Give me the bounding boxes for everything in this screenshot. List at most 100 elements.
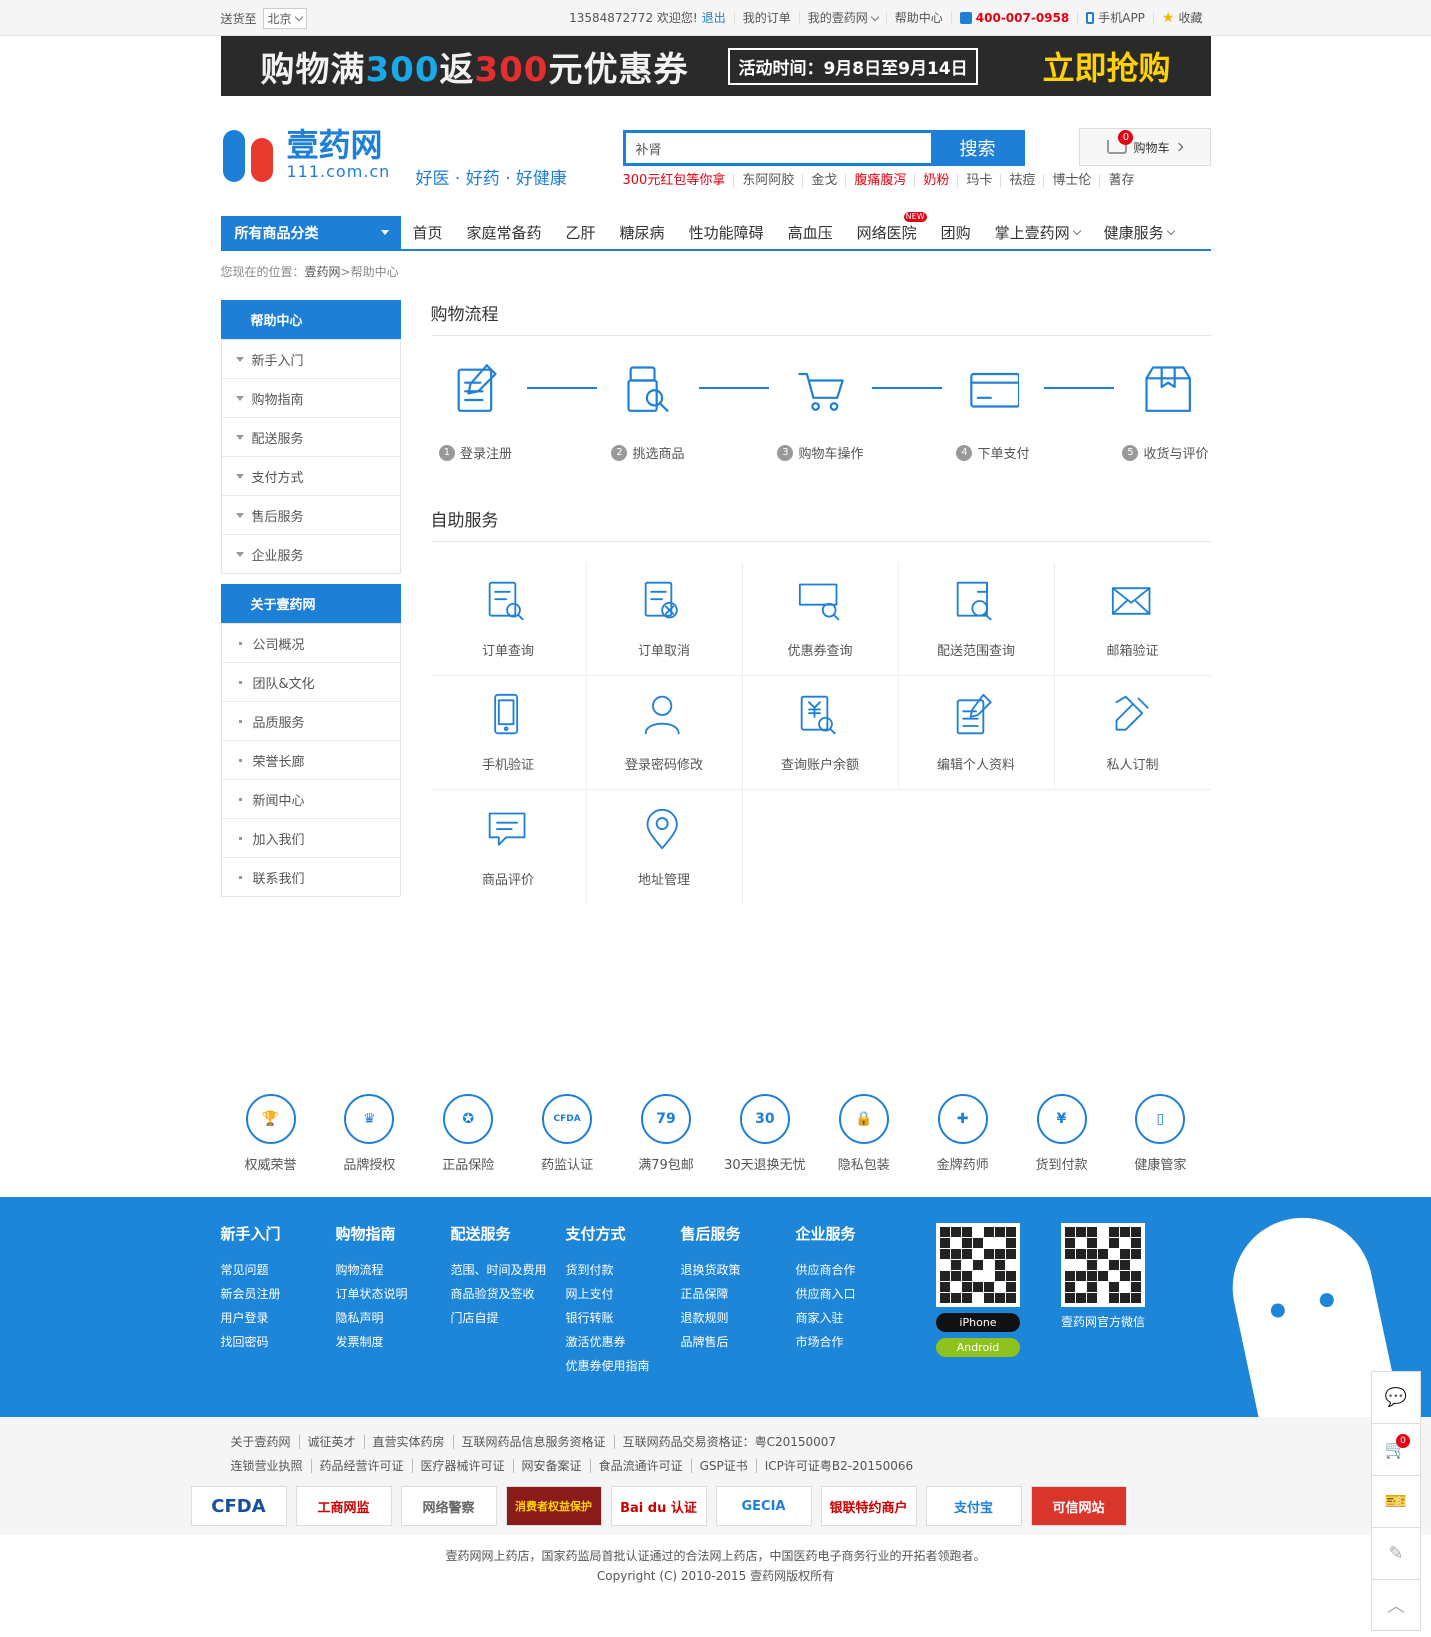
- footer-column-title[interactable]: 购物指南: [336, 1223, 451, 1244]
- sidebar-item[interactable]: 配送服务: [221, 417, 400, 456]
- footer-link[interactable]: 常见问题: [221, 1258, 336, 1282]
- promo-cta[interactable]: 立即抢购: [1042, 43, 1170, 89]
- site-logo[interactable]: 壹药网 111.com.cn: [221, 124, 391, 184]
- sidebar-item[interactable]: 联系我们: [221, 857, 400, 896]
- footer-link[interactable]: 市场合作: [796, 1330, 911, 1354]
- nav-item[interactable]: 团购: [929, 222, 983, 243]
- footer-link[interactable]: 发票制度: [336, 1330, 451, 1354]
- guarantee-item[interactable]: ¥ 货到付款: [1022, 1094, 1102, 1173]
- guarantee-item[interactable]: ♛ 品牌授权: [329, 1094, 409, 1173]
- sidebar-item[interactable]: 品质服务: [221, 701, 400, 740]
- footer-link[interactable]: 激活优惠券: [566, 1330, 681, 1354]
- footer-link[interactable]: 优惠券使用指南: [566, 1354, 681, 1378]
- footer-legal-link[interactable]: 网安备案证: [512, 1459, 590, 1473]
- guarantee-item[interactable]: 🔒 隐私包装: [824, 1094, 904, 1173]
- service-tile[interactable]: 商品评价: [431, 790, 587, 904]
- footer-link[interactable]: 正品保障: [681, 1282, 796, 1306]
- my-account-menu[interactable]: 我的壹药网: [798, 12, 886, 24]
- footer-link[interactable]: 购物流程: [336, 1258, 451, 1282]
- hot-keyword[interactable]: 玛卡: [957, 174, 1000, 188]
- footer-link[interactable]: 退款规则: [681, 1306, 796, 1330]
- side-cart-button[interactable]: 🛒 0: [1371, 1423, 1421, 1475]
- service-tile[interactable]: 订单查询: [430, 562, 587, 676]
- guarantee-item[interactable]: CFDA 药监认证: [527, 1094, 607, 1173]
- flow-step[interactable]: 5 收货与评价: [1121, 361, 1211, 462]
- search-input[interactable]: [622, 130, 931, 166]
- sidebar-item[interactable]: 团队&文化: [221, 662, 400, 701]
- footer-link[interactable]: 货到付款: [566, 1258, 681, 1282]
- hot-keyword[interactable]: 祛痘: [1000, 174, 1043, 188]
- guarantee-item[interactable]: ✪ 正品保险: [428, 1094, 508, 1173]
- sidebar-item[interactable]: 荣誉长廊: [221, 740, 400, 779]
- footer-link[interactable]: 用户登录: [221, 1306, 336, 1330]
- footer-link[interactable]: 品牌售后: [681, 1330, 796, 1354]
- certification-badge[interactable]: 可信网站: [1030, 1486, 1127, 1526]
- coupon-button[interactable]: 🎫: [1371, 1475, 1421, 1527]
- footer-legal-link[interactable]: GSP证书: [690, 1459, 756, 1473]
- promo-banner[interactable]: 购物满300返300元优惠券 活动时间：9月8日至9月14日 立即抢购: [220, 36, 1211, 96]
- nav-item[interactable]: 乙肝: [554, 222, 608, 243]
- service-tile[interactable]: 邮箱验证: [1054, 562, 1211, 676]
- sidebar-item[interactable]: 售后服务: [221, 495, 400, 534]
- certification-badge[interactable]: 银联特约商户: [820, 1486, 917, 1526]
- certification-badge[interactable]: GECIA: [715, 1486, 812, 1526]
- footer-legal-link[interactable]: 直营实体药房: [363, 1435, 453, 1449]
- hot-keyword[interactable]: 腹痛腹泻: [845, 174, 914, 188]
- flow-step[interactable]: 3 购物车操作: [776, 361, 866, 462]
- footer-link[interactable]: 商家入驻: [796, 1306, 911, 1330]
- service-tile[interactable]: 登录密码修改: [586, 676, 743, 790]
- sidebar-item[interactable]: 支付方式: [221, 456, 400, 495]
- footer-link[interactable]: 退换货政策: [681, 1258, 796, 1282]
- nav-item[interactable]: 糖尿病: [608, 222, 677, 243]
- service-tile[interactable]: 查询账户余额: [742, 676, 899, 790]
- footer-column-title[interactable]: 售后服务: [681, 1223, 796, 1244]
- logout-link[interactable]: 退出: [702, 12, 726, 24]
- sidebar-item[interactable]: 公司概况: [221, 623, 400, 662]
- nav-item[interactable]: 网络医院 NEW: [845, 212, 929, 243]
- flow-step[interactable]: 2 挑选商品: [603, 361, 693, 462]
- hot-keyword[interactable]: 金戈: [802, 174, 845, 188]
- sidebar-item[interactable]: 新手入门: [221, 339, 400, 378]
- footer-column-title[interactable]: 企业服务: [796, 1223, 911, 1244]
- service-tile[interactable]: 手机验证: [430, 676, 587, 790]
- certification-badge[interactable]: 支付宝: [925, 1486, 1022, 1526]
- footer-link[interactable]: 门店自提: [451, 1306, 566, 1330]
- footer-legal-link[interactable]: ICP许可证粤B2-20150066: [755, 1459, 922, 1473]
- footer-column-title[interactable]: 新手入门: [221, 1223, 336, 1244]
- nav-item[interactable]: 性功能障碍: [677, 222, 776, 243]
- all-categories-button[interactable]: 所有商品分类: [220, 216, 401, 249]
- breadcrumb-home[interactable]: 壹药网: [305, 265, 341, 279]
- footer-column-title[interactable]: 支付方式: [566, 1223, 681, 1244]
- favorite-link[interactable]: ★ 收藏: [1152, 11, 1211, 25]
- footer-legal-link[interactable]: 药品经营许可证: [310, 1459, 412, 1473]
- footer-legal-link[interactable]: 关于壹药网: [221, 1435, 299, 1449]
- nav-item[interactable]: 健康服务: [1092, 222, 1186, 243]
- footer-link[interactable]: 商品验货及签收: [451, 1282, 566, 1306]
- iphone-download-button[interactable]: iPhone: [936, 1313, 1020, 1332]
- service-tile[interactable]: 优惠券查询: [742, 562, 899, 676]
- mobile-app-link[interactable]: 手机APP: [1077, 12, 1153, 24]
- footer-link[interactable]: 供应商入口: [796, 1282, 911, 1306]
- hot-keyword[interactable]: 奶粉: [914, 174, 957, 188]
- sidebar-item[interactable]: 购物指南: [221, 378, 400, 417]
- hot-keyword[interactable]: 博士伦: [1043, 174, 1099, 188]
- service-tile[interactable]: 订单取消: [586, 562, 743, 676]
- footer-legal-link[interactable]: 互联网药品信息服务资格证: [452, 1435, 614, 1449]
- footer-link[interactable]: 新会员注册: [221, 1282, 336, 1306]
- footer-legal-link[interactable]: 连锁营业执照: [221, 1459, 311, 1473]
- service-tile[interactable]: 配送范围查询: [898, 562, 1055, 676]
- android-download-button[interactable]: Android: [936, 1338, 1020, 1357]
- footer-legal-link[interactable]: 互联网药品交易资格证：粤C20150007: [613, 1435, 845, 1449]
- guarantee-item[interactable]: 30 30天退换无忧: [724, 1094, 806, 1173]
- footer-column-title[interactable]: 配送服务: [451, 1223, 566, 1244]
- certification-badge[interactable]: CFDA: [190, 1486, 287, 1526]
- flow-step[interactable]: 1 登录注册: [431, 361, 521, 462]
- certification-badge[interactable]: 工商网监: [295, 1486, 392, 1526]
- guarantee-item[interactable]: 🏆 权威荣誉: [231, 1094, 311, 1173]
- footer-link[interactable]: 供应商合作: [796, 1258, 911, 1282]
- footer-link[interactable]: 范围、时间及费用: [451, 1258, 566, 1282]
- footer-legal-link[interactable]: 食品流通许可证: [589, 1459, 691, 1473]
- footer-legal-link[interactable]: 医疗器械许可证: [411, 1459, 513, 1473]
- hot-keyword[interactable]: 蓍存: [1099, 174, 1142, 188]
- city-select[interactable]: 北京: [262, 7, 307, 29]
